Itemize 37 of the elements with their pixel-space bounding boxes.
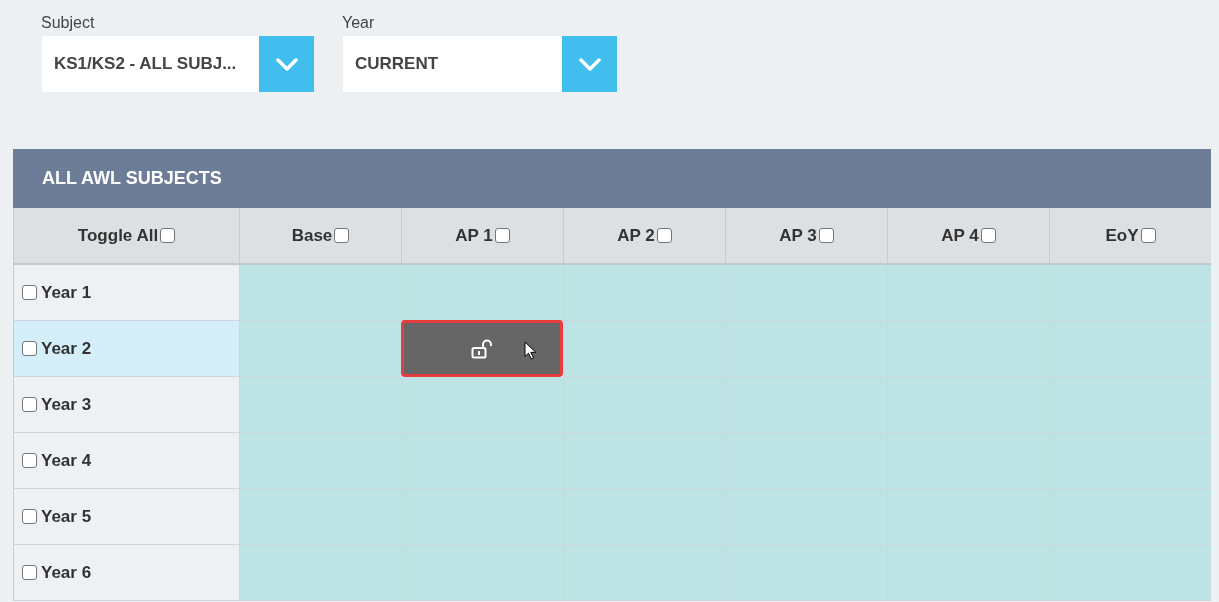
dropdown-toggle[interactable]	[259, 36, 314, 92]
checkbox[interactable]	[22, 397, 37, 412]
checkbox[interactable]	[334, 228, 350, 243]
column-label: AP 2	[617, 225, 655, 246]
row-label: Year 4	[41, 450, 92, 471]
column-label: Toggle All	[77, 225, 159, 246]
dropdown-toggle[interactable]	[562, 36, 617, 92]
table-title: ALL AWL SUBJECTS	[42, 168, 222, 189]
checkbox[interactable]	[980, 228, 996, 243]
row-label: Year 5	[41, 506, 92, 527]
column-label: EoY	[1105, 225, 1139, 246]
unlock-icon	[471, 338, 493, 359]
checkbox[interactable]	[22, 509, 37, 524]
row-label: Year 1	[41, 282, 92, 303]
column-label: Base	[291, 225, 333, 246]
checkbox[interactable]	[22, 565, 37, 580]
row-label: Year 6	[41, 562, 92, 583]
column-label: AP 3	[779, 225, 817, 246]
checkbox[interactable]	[818, 228, 834, 243]
column-label: AP 1	[455, 225, 493, 246]
row-label: Year 3	[41, 394, 92, 415]
checkbox[interactable]	[22, 341, 37, 356]
checkbox[interactable]	[1140, 228, 1156, 243]
field-label: Subject	[41, 13, 95, 33]
dropdown-select[interactable]: CURRENT	[343, 36, 617, 92]
column-label: AP 4	[941, 225, 979, 246]
checkbox[interactable]	[160, 228, 176, 243]
chevron-down-icon	[275, 57, 298, 71]
lock-toggle-cell[interactable]	[401, 320, 563, 377]
checkbox[interactable]	[22, 285, 37, 300]
row-label: Year 2	[41, 338, 92, 359]
checkbox[interactable]	[494, 228, 510, 243]
chevron-down-icon	[578, 57, 601, 71]
field-label: Year	[342, 13, 375, 33]
checkbox[interactable]	[656, 228, 672, 243]
checkbox[interactable]	[22, 453, 37, 468]
dropdown-select[interactable]: KS1/KS2 - ALL SUBJ...	[42, 36, 314, 92]
